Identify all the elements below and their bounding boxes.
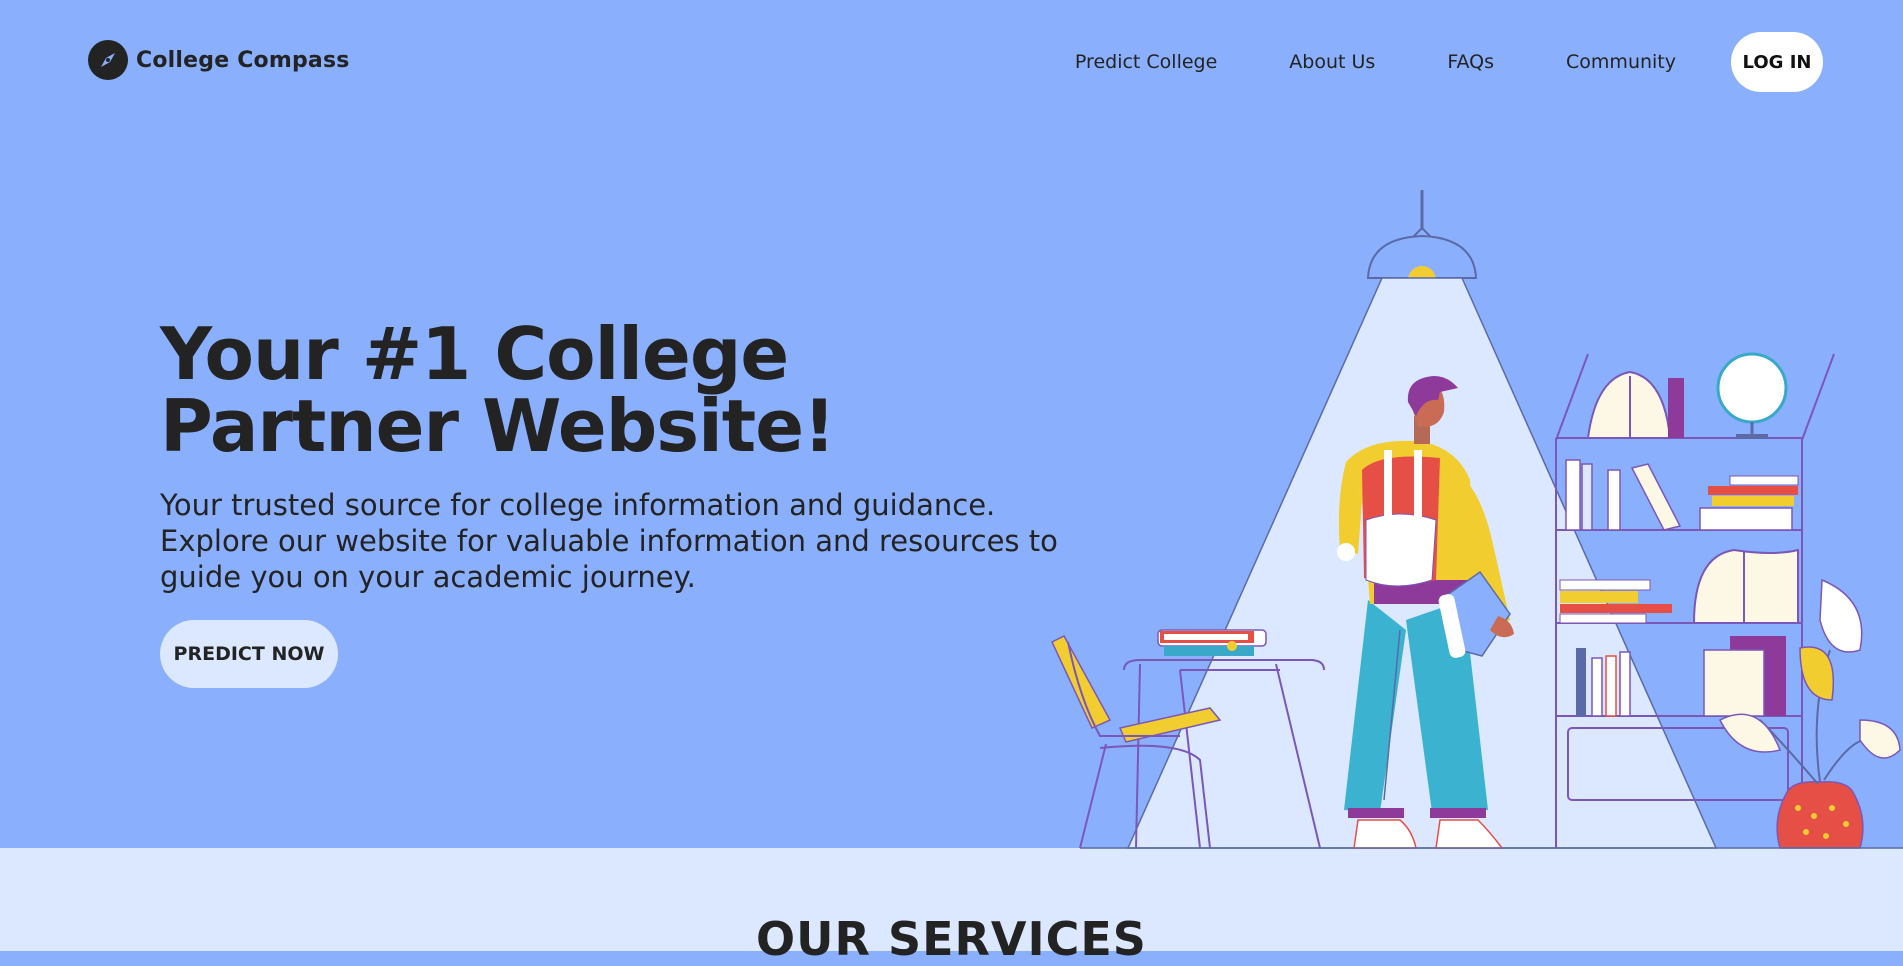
services-heading: OUR SERVICES xyxy=(756,912,1147,966)
nav-link-faqs[interactable]: FAQs xyxy=(1447,51,1494,73)
hero-headline: Your #1 College Partner Website! xyxy=(160,312,836,468)
brand-logo[interactable]: College Compass xyxy=(88,40,350,80)
brand-name: College Compass xyxy=(136,47,350,73)
nav-link-predict-college[interactable]: Predict College xyxy=(1075,51,1217,73)
nav-link-about-us[interactable]: About Us xyxy=(1289,51,1375,73)
compass-icon xyxy=(88,40,128,80)
predict-now-button[interactable]: PREDICT NOW xyxy=(160,620,338,688)
student-library-illustration xyxy=(1051,190,1903,849)
hero-subtext: Your trusted source for college informat… xyxy=(160,488,1058,594)
nav-link-community[interactable]: Community xyxy=(1566,51,1676,73)
login-button[interactable]: LOG IN xyxy=(1731,32,1823,92)
main-nav: Predict College About Us FAQs Community … xyxy=(1075,32,1823,92)
